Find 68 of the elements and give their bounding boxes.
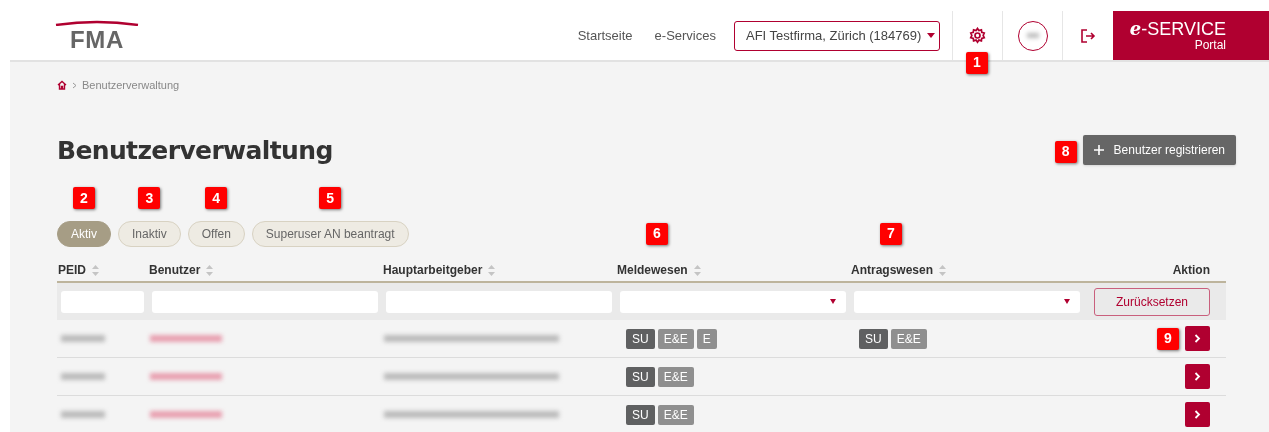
role-badge: E&E <box>657 328 694 349</box>
sort-icon[interactable] <box>488 264 496 276</box>
callout-marker: 7 <box>880 222 902 245</box>
role-badge: SU <box>626 328 655 349</box>
column-header[interactable]: Benutzer <box>149 261 201 279</box>
sort-icon[interactable] <box>206 264 214 276</box>
plus-icon <box>1093 145 1104 156</box>
redacted-link[interactable] <box>150 335 222 342</box>
callout-marker: 8 <box>1054 140 1077 163</box>
callout-marker: 9 <box>1157 327 1179 350</box>
role-badge: E&E <box>657 366 694 387</box>
caret-icon <box>927 33 936 38</box>
caret-icon <box>830 299 836 304</box>
logo-arc-icon <box>55 19 139 26</box>
company-select[interactable]: AFI Testfirma, Zürich (184769) <box>734 20 940 51</box>
callout-marker: 2 <box>73 187 95 209</box>
nav-link[interactable]: e-Services <box>654 25 716 46</box>
callout-marker: 3 <box>138 187 161 209</box>
home-icon[interactable] <box>57 80 67 91</box>
callout-marker: 5 <box>319 187 342 209</box>
logout-icon[interactable] <box>1080 27 1096 44</box>
column-header[interactable]: Meldewesen <box>617 261 688 279</box>
redacted-text <box>61 335 105 342</box>
status-filter-tab[interactable]: Superuser AN beantragt <box>251 221 409 247</box>
fma-logo[interactable]: FMA <box>55 11 139 60</box>
sort-icon[interactable] <box>693 264 701 276</box>
column-header: Aktion <box>1172 262 1210 279</box>
role-badge: SU <box>859 328 888 349</box>
column-header[interactable]: PEID <box>58 261 86 279</box>
chevron-right-icon <box>1194 334 1201 343</box>
nav-link[interactable]: Startseite <box>577 25 633 46</box>
sort-icon[interactable] <box>939 264 947 276</box>
column-header[interactable]: Antragswesen <box>851 261 934 279</box>
status-filter-tab[interactable]: Inaktiv <box>118 221 181 247</box>
portal-brand: e-SERVICE <box>1129 20 1226 38</box>
redacted-initials <box>1026 33 1039 38</box>
role-badge: E&E <box>890 328 927 349</box>
chevron-right-icon <box>1194 410 1201 419</box>
breadcrumb-current: Benutzerverwaltung <box>82 78 180 93</box>
sort-icon[interactable] <box>92 264 99 276</box>
open-row-button[interactable] <box>1185 402 1210 427</box>
redacted-link[interactable] <box>150 411 222 418</box>
chevron-right-icon <box>1194 372 1201 381</box>
filter-select[interactable] <box>620 290 846 313</box>
filter-select[interactable] <box>854 290 1080 313</box>
column-header[interactable]: Hauptarbeitgeber <box>383 261 483 279</box>
role-badge: SU <box>626 366 655 387</box>
role-badge: E&E <box>657 404 694 425</box>
settings-icon[interactable] <box>969 27 986 44</box>
redacted-link[interactable] <box>150 373 222 380</box>
portal-banner[interactable]: e-SERVICE Portal <box>1113 11 1269 60</box>
status-filter-tab[interactable]: Offen <box>187 221 245 247</box>
open-row-button[interactable] <box>1185 364 1210 389</box>
callout-marker: 6 <box>646 222 668 245</box>
role-badge: SU <box>626 404 655 425</box>
open-row-button[interactable] <box>1185 326 1210 351</box>
role-badge: E <box>696 328 717 349</box>
redacted-text <box>61 373 105 380</box>
redacted-text <box>61 411 105 418</box>
callout-marker: 1 <box>966 51 988 74</box>
reset-button[interactable]: Zurücksetzen <box>1094 287 1210 316</box>
register-user-button[interactable]: Benutzer registrieren <box>1082 135 1236 166</box>
caret-icon <box>1064 299 1070 304</box>
callout-marker: 4 <box>205 187 228 209</box>
chevron-icon <box>72 81 77 89</box>
portal-subtitle: Portal <box>1194 39 1226 51</box>
logo-text: FMA <box>70 27 124 52</box>
page-title: Benutzerverwaltung <box>57 134 333 167</box>
